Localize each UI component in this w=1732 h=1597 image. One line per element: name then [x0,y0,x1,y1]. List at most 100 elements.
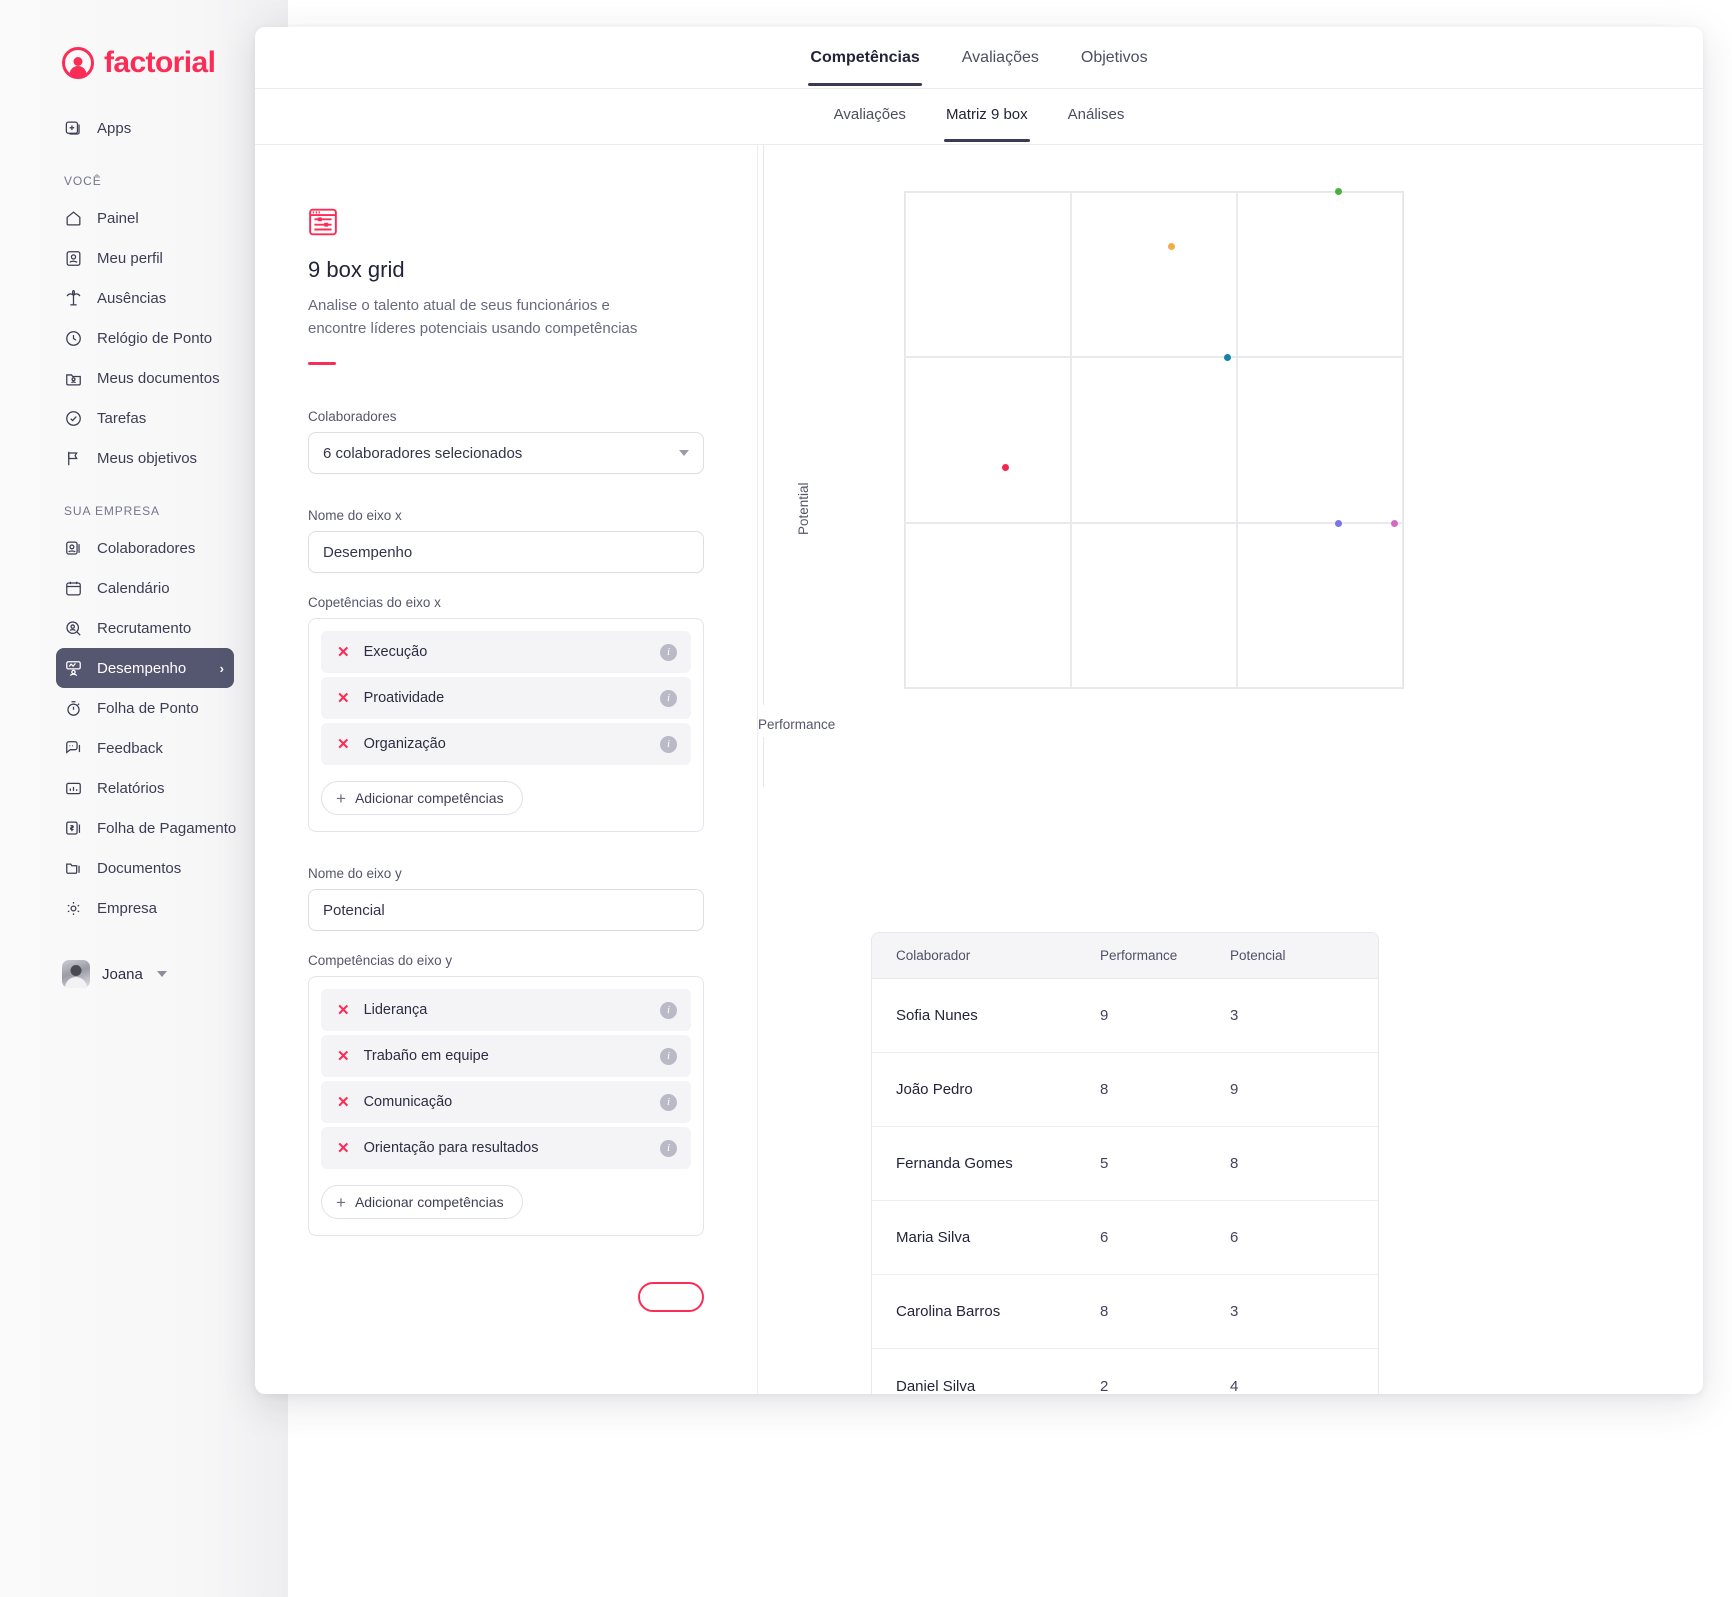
plus-icon: + [336,788,346,808]
flag-icon [64,449,83,468]
sidebar-item-meu-perfil[interactable]: Meu perfil [56,238,268,278]
chart-point[interactable] [1001,464,1009,472]
sidebar-item-ausencias-label: Ausências [97,289,167,307]
tab-objetivos[interactable]: Objetivos [1081,49,1148,86]
x-axis-name-input[interactable]: Desempenho [308,531,704,573]
remove-icon[interactable]: ✕ [337,1095,350,1110]
x-axis-label: Performance [758,717,836,732]
x-competency-chip[interactable]: ✕ Organização i [321,723,691,765]
sidebar-item-ausencias[interactable]: Ausências [56,278,268,318]
tab-competencias[interactable]: Competências [808,49,923,86]
sidebar-item-colaboradores[interactable]: Colaboradores [56,528,268,568]
chart-point[interactable] [1334,187,1342,195]
divider [308,362,336,365]
remove-icon[interactable]: ✕ [337,1049,350,1064]
table-row[interactable]: Carolina Barros 8 3 [872,1275,1378,1349]
grid-cell [1071,192,1237,358]
collaborators-select-value: 6 colaboradores selecionados [323,444,523,462]
subtab-matriz-9-box[interactable]: Matriz 9 box [943,106,1030,142]
cell-performance: 8 [1100,1303,1109,1320]
info-icon[interactable]: i [660,1139,677,1157]
table-row[interactable]: Daniel Silva 2 4 [872,1349,1378,1395]
sidebar-item-feedback-label: Feedback [97,739,163,757]
y-competency-chip[interactable]: ✕ Orientação para resultados i [321,1127,691,1169]
chevron-down-icon [156,971,167,977]
check-circle-icon [64,409,83,428]
x-competency-label: Proatividade [363,690,445,706]
y-competency-chip[interactable]: ✕ Liderança i [321,989,691,1031]
cell-colaborador: Fernanda Gomes [896,1155,1013,1172]
info-icon[interactable]: i [660,1001,677,1019]
table-row[interactable]: Sofia Nunes 9 3 [872,979,1378,1053]
users-icon [64,539,83,558]
sidebar-item-feedback[interactable]: Feedback [56,728,268,768]
sidebar-item-folha-de-pagamento[interactable]: Folha de Pagamento [56,808,268,848]
info-icon[interactable]: i [660,689,677,707]
sidebar-item-folha-de-ponto-label: Folha de Ponto [97,699,199,717]
sidebar-item-empresa[interactable]: Empresa [56,888,268,928]
apps-icon [64,119,83,138]
x-competency-chip[interactable]: ✕ Execução i [321,631,691,673]
remove-icon[interactable]: ✕ [337,737,350,752]
sidebar-item-desempenho[interactable]: Desempenho › [56,648,234,688]
x-competency-chip[interactable]: ✕ Proatividade i [321,677,691,719]
nine-box-chart: Potential Performance [758,145,1703,885]
brand-name: factorial [104,46,216,79]
y-competency-chip[interactable]: ✕ Trabaño em equipe i [321,1035,691,1077]
sidebar-item-documentos[interactable]: Documentos [56,848,268,888]
cell-potencial: 9 [1230,1081,1239,1098]
sidebar-item-recrutamento[interactable]: Recrutamento [56,608,268,648]
sidebar-item-relatorios-label: Relatórios [97,779,165,797]
info-icon[interactable]: i [660,735,677,753]
cell-performance: 5 [1100,1155,1109,1172]
y-axis-name-input[interactable]: Potencial [308,889,704,931]
chart-point[interactable] [1390,519,1398,527]
chevron-down-icon [679,450,689,456]
sidebar-item-apps[interactable]: Apps [56,108,268,148]
plus-icon: + [336,1192,346,1212]
subtab-avaliacoes[interactable]: Avaliações [834,106,906,142]
main-window: Competências Avaliações Objetivos Avalia… [255,27,1703,1394]
add-y-competencies-label: Adicionar competências [354,1194,504,1210]
remove-icon[interactable]: ✕ [337,645,350,660]
table-row[interactable]: Fernanda Gomes 5 8 [872,1127,1378,1201]
sidebar-item-folha-de-ponto[interactable]: Folha de Ponto [56,688,268,728]
chart-point[interactable] [1223,353,1231,361]
add-y-competencies-button[interactable]: + Adicionar competências [321,1185,523,1219]
sidebar: factorial Apps VOCÊ Painel Meu perfil Au… [0,0,288,1597]
sidebar-item-desempenho-label: Desempenho [97,659,187,677]
x-competencies-box: ✕ Execução i ✕ Proatividade i ✕ Organiza… [308,618,704,832]
info-icon[interactable]: i [660,1047,677,1065]
sidebar-item-meus-objetivos[interactable]: Meus objetivos [56,438,268,478]
sidebar-item-painel[interactable]: Painel [56,198,268,238]
sidebar-item-calendario[interactable]: Calendário [56,568,268,608]
chevron-right-icon: › [219,660,224,676]
info-icon[interactable]: i [660,643,677,661]
chart-point[interactable] [1334,519,1342,527]
submit-button[interactable] [638,1282,704,1312]
brand-logo[interactable]: factorial [0,0,288,80]
info-icon[interactable]: i [660,1093,677,1111]
add-x-competencies-button[interactable]: + Adicionar competências [321,781,523,815]
cell-performance: 8 [1100,1081,1109,1098]
user-name: Joana [102,965,143,983]
y-competency-chip[interactable]: ✕ Comunicação i [321,1081,691,1123]
table-row[interactable]: Maria Silva 6 6 [872,1201,1378,1275]
remove-icon[interactable]: ✕ [337,1003,350,1018]
cell-colaborador: Maria Silva [896,1229,971,1246]
table-row[interactable]: João Pedro 8 9 [872,1053,1378,1127]
sidebar-item-relogio-de-ponto[interactable]: Relógio de Ponto [56,318,268,358]
results-pane: Potential Performance Colaborador Perfor… [758,145,1703,1394]
sidebar-item-tarefas[interactable]: Tarefas [56,398,268,438]
remove-icon[interactable]: ✕ [337,691,350,706]
subtab-analises[interactable]: Análises [1068,106,1125,142]
sidebar-item-meus-documentos[interactable]: Meus documentos [56,358,268,398]
cell-colaborador: Carolina Barros [896,1303,1001,1320]
x-competencies-label: Copetências do eixo x [308,595,441,610]
tab-avaliacoes[interactable]: Avaliações [962,49,1039,86]
palm-tree-icon [64,289,83,308]
sidebar-item-relatorios[interactable]: Relatórios [56,768,268,808]
collaborators-select[interactable]: 6 colaboradores selecionados [308,432,704,474]
remove-icon[interactable]: ✕ [337,1141,350,1156]
